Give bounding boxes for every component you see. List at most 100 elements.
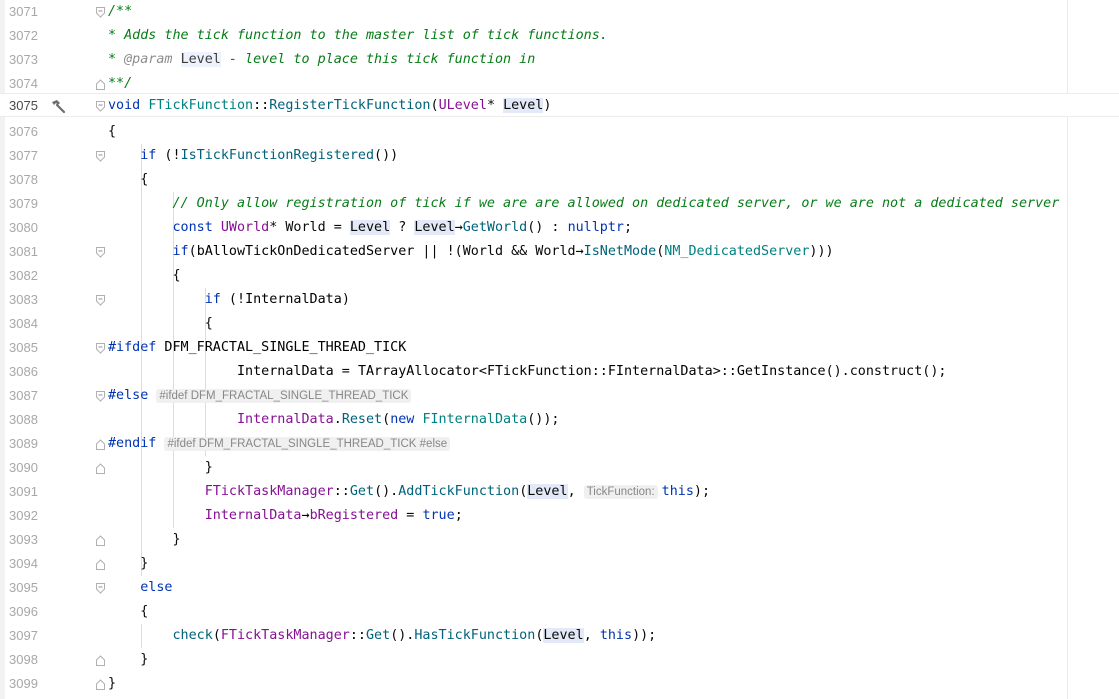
fold-open-icon[interactable] <box>96 101 105 112</box>
code-text: { <box>140 604 149 619</box>
code-line[interactable]: 3096 { <box>0 600 1068 624</box>
line-number: 3097 <box>9 628 38 643</box>
line-number: 3073 <box>9 52 38 67</box>
code-line[interactable]: 3082 { <box>0 264 1068 288</box>
fold-end-icon[interactable] <box>96 655 105 666</box>
code-line[interactable]: 3087 #else #ifdef DFM_FRACTAL_SINGLE_THR… <box>0 384 1068 408</box>
line-number: 3088 <box>9 412 38 427</box>
code-line[interactable]: 3086 InternalData = TArrayAllocator<FTic… <box>0 360 1068 384</box>
code-line[interactable]: 3084 { <box>0 312 1068 336</box>
fold-end-icon[interactable] <box>96 559 105 570</box>
line-number: 3091 <box>9 484 38 499</box>
code-text: InternalData→bRegistered = true; <box>204 508 463 523</box>
code-line[interactable]: 3072 * Adds the tick function to the mas… <box>0 24 1068 48</box>
code-line[interactable]: 3071 /** <box>0 0 1068 24</box>
line-number: 3096 <box>9 604 38 619</box>
line-number: 3093 <box>9 532 38 547</box>
code-line[interactable]: 3089 #endif #ifdef DFM_FRACTAL_SINGLE_TH… <box>0 432 1068 456</box>
code-text: } <box>108 676 117 691</box>
code-text: const UWorld* World = Level ? Level→GetW… <box>172 220 633 235</box>
code-line[interactable]: 3097 check(FTickTaskManager::Get().HasTi… <box>0 624 1068 648</box>
line-number: 3081 <box>9 244 38 259</box>
line-number: 3094 <box>9 556 38 571</box>
code-text: if (!IsTickFunctionRegistered()) <box>140 148 399 163</box>
line-number: 3092 <box>9 508 38 523</box>
code-text: } <box>172 532 181 547</box>
code-text: { <box>108 124 117 139</box>
line-number: 3085 <box>9 340 38 355</box>
code-line[interactable]: 3088 InternalData.Reset(new FInternalDat… <box>0 408 1068 432</box>
line-number: 3095 <box>9 580 38 595</box>
fold-end-icon[interactable] <box>96 439 105 450</box>
line-number: 3090 <box>9 460 38 475</box>
line-number: 3080 <box>9 220 38 235</box>
code-editor[interactable]: 3071 /** 3072 * Adds the tick function t… <box>0 0 1119 699</box>
code-line[interactable]: 3099 } <box>0 672 1068 696</box>
code-text: } <box>140 652 149 667</box>
code-line[interactable]: 3095 else <box>0 576 1068 600</box>
code-text: if(bAllowTickOnDedicatedServer || !(Worl… <box>172 244 834 259</box>
line-number: 3077 <box>9 148 38 163</box>
line-number: 3074 <box>9 76 38 91</box>
fold-open-icon[interactable] <box>96 295 105 306</box>
fold-end-icon[interactable] <box>96 535 105 546</box>
code-line[interactable]: 3076 { <box>0 120 1068 144</box>
code-line[interactable]: 3090 } <box>0 456 1068 480</box>
code-text: // Only allow registration of tick if we… <box>172 196 1060 211</box>
fold-open-icon[interactable] <box>96 151 105 162</box>
hammer-icon[interactable] <box>50 98 66 114</box>
code-line[interactable]: 3073 * @param Level - level to place thi… <box>0 48 1068 72</box>
inlay-hint: #ifdef DFM_FRACTAL_SINGLE_THREAD_TICK #e… <box>164 437 451 451</box>
line-number: 3076 <box>9 124 38 139</box>
code-text: else <box>140 580 173 595</box>
code-text: { <box>172 268 181 283</box>
line-number: 3098 <box>9 652 38 667</box>
fold-open-icon[interactable] <box>96 583 105 594</box>
code-line[interactable]: 3079 // Only allow registration of tick … <box>0 192 1068 216</box>
code-text: /** <box>108 4 133 19</box>
code-line[interactable]: 3080 const UWorld* World = Level ? Level… <box>0 216 1068 240</box>
fold-open-icon[interactable] <box>96 391 105 402</box>
code-text: } <box>140 556 149 571</box>
fold-open-icon[interactable] <box>96 7 105 18</box>
line-number: 3087 <box>9 388 38 403</box>
inlay-hint: #ifdef DFM_FRACTAL_SINGLE_THREAD_TICK <box>156 389 412 403</box>
line-number: 3084 <box>9 316 38 331</box>
line-number: 3075 <box>9 98 38 113</box>
line-number: 3089 <box>9 436 38 451</box>
code-text: InternalData.Reset(new FInternalData()); <box>237 412 560 427</box>
code-line[interactable]: 3077 if (!IsTickFunctionRegistered()) <box>0 144 1068 168</box>
line-number: 3071 <box>9 4 38 19</box>
code-line[interactable]: 3078 { <box>0 168 1068 192</box>
code-text: if (!InternalData) <box>204 292 350 307</box>
code-line[interactable]: 3098 } <box>0 648 1068 672</box>
inlay-hint: TickFunction: <box>583 485 658 499</box>
code-line[interactable]: 3094 } <box>0 552 1068 576</box>
fold-end-icon[interactable] <box>96 79 105 90</box>
fold-open-icon[interactable] <box>96 343 105 354</box>
code-line[interactable]: 3081 if(bAllowTickOnDedicatedServer || !… <box>0 240 1068 264</box>
code-text: InternalData = TArrayAllocator<FTickFunc… <box>237 364 947 379</box>
fold-end-icon[interactable] <box>96 463 105 474</box>
code-text: } <box>204 460 213 475</box>
fold-open-icon[interactable] <box>96 247 105 258</box>
code-text: #else #ifdef DFM_FRACTAL_SINGLE_THREAD_T… <box>108 387 415 405</box>
code-text: { <box>140 172 149 187</box>
code-line[interactable]: 3085 #ifdef DFM_FRACTAL_SINGLE_THREAD_TI… <box>0 336 1068 360</box>
line-number: 3079 <box>9 196 38 211</box>
line-number: 3072 <box>9 28 38 43</box>
code-line[interactable]: 3091 FTickTaskManager::Get().AddTickFunc… <box>0 480 1068 504</box>
code-text: #endif #ifdef DFM_FRACTAL_SINGLE_THREAD_… <box>108 435 454 453</box>
fold-end-icon[interactable] <box>96 679 105 690</box>
code-line-current[interactable]: 3075 void FTickFunction::RegisterTickFun… <box>0 93 1119 117</box>
code-line[interactable]: 3092 InternalData→bRegistered = true; <box>0 504 1068 528</box>
code-text: FTickTaskManager::Get().AddTickFunction(… <box>204 484 711 499</box>
code-line[interactable]: 3093 } <box>0 528 1068 552</box>
code-text: { <box>204 316 213 331</box>
code-line[interactable]: 3083 if (!InternalData) <box>0 288 1068 312</box>
line-number: 3083 <box>9 292 38 307</box>
code-text: **/ <box>108 76 133 91</box>
line-number: 3086 <box>9 364 38 379</box>
line-number: 3099 <box>9 676 38 691</box>
code-text: #ifdef DFM_FRACTAL_SINGLE_THREAD_TICK <box>108 340 407 355</box>
